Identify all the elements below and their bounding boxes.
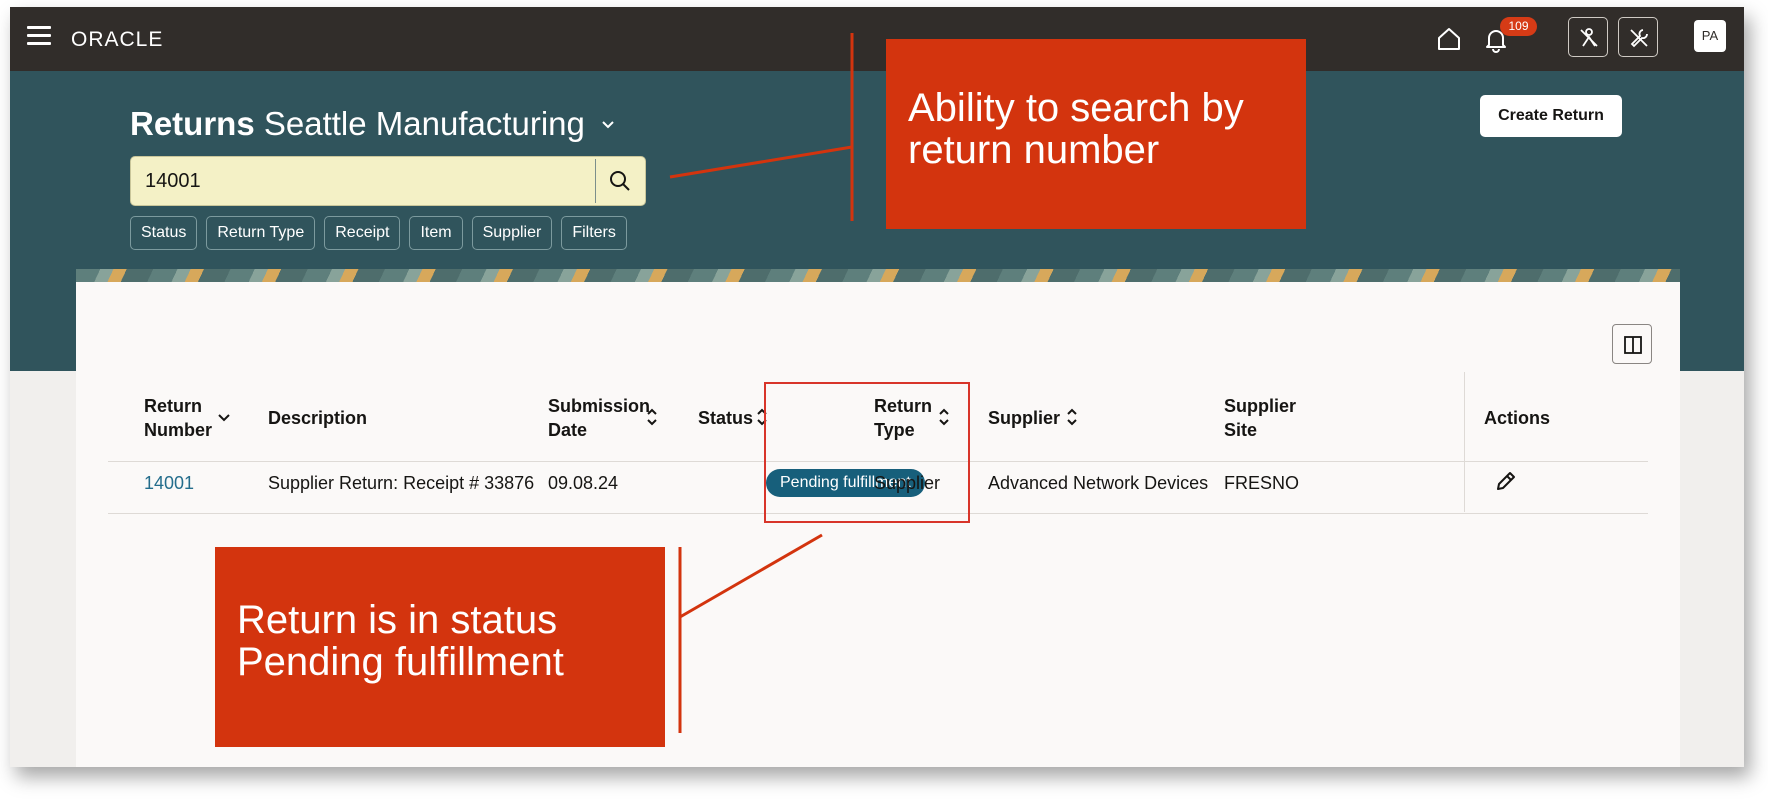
app-window: ORACLE 109 PA Returns Seattle Manufactur…: [10, 7, 1744, 767]
callout-pointer: [669, 145, 853, 179]
annotation-connectors: [669, 33, 854, 733]
callout-pointer: [679, 533, 823, 619]
